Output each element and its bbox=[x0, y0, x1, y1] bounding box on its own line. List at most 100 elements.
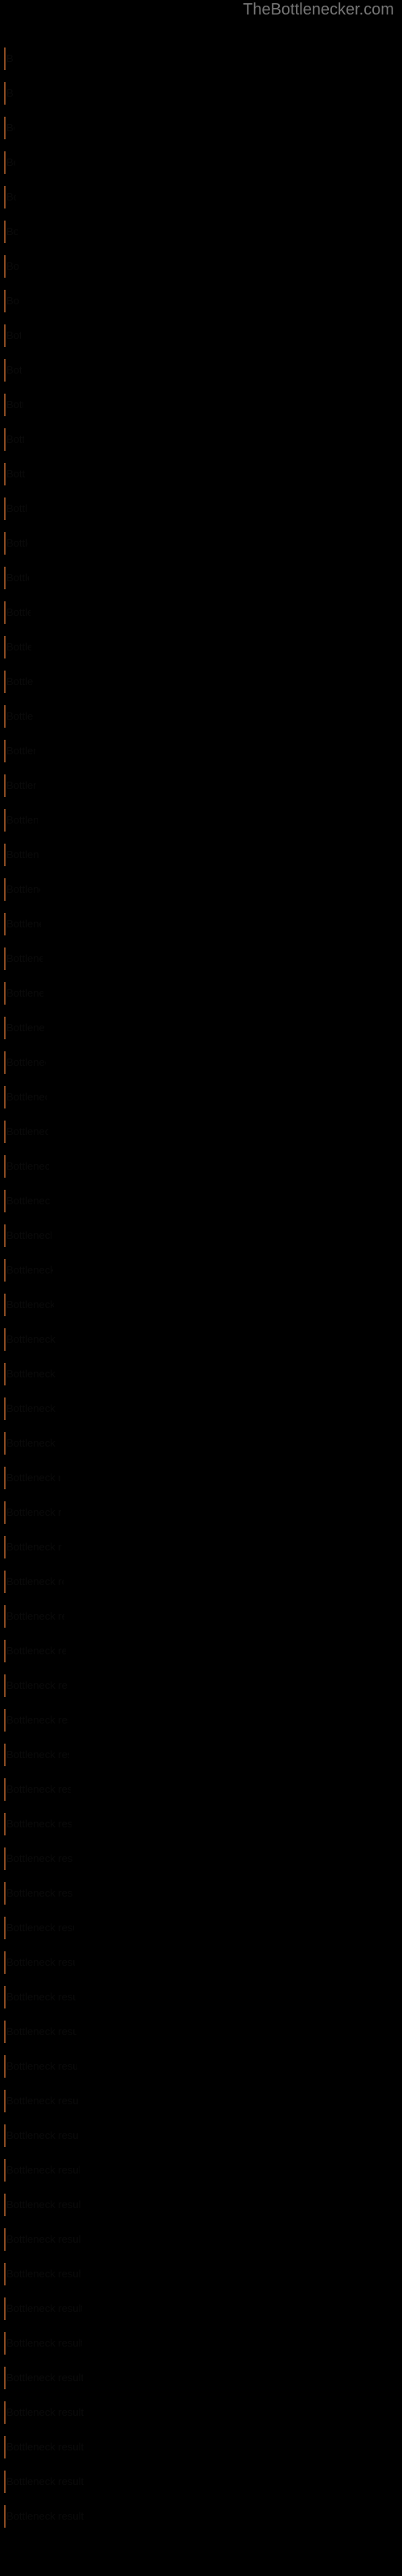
bar-label: Bottleneck result bbox=[6, 398, 23, 411]
bar-label-clip: Bottleneck result bbox=[4, 324, 21, 347]
bar-label: Bottleneck result bbox=[6, 1333, 55, 1345]
bar-label-clip: Bottleneck result bbox=[4, 2505, 86, 2528]
bar-row[interactable]: Bottleneck result bbox=[4, 290, 19, 312]
bar-label-clip: Bottleneck result bbox=[4, 1744, 69, 1766]
bar-row[interactable]: Bottleneck result bbox=[4, 2367, 83, 2389]
bar-row[interactable]: Bottleneck result bbox=[4, 428, 24, 451]
bar-row[interactable]: Bottleneck result bbox=[4, 2194, 80, 2216]
bar-row[interactable]: Bottleneck result bbox=[4, 1744, 69, 1766]
bar-row[interactable]: Bottleneck result bbox=[4, 2055, 77, 2078]
bar-label-clip: Bottleneck result bbox=[4, 359, 22, 382]
bar-row[interactable]: Bottleneck result bbox=[4, 2471, 85, 2493]
bar-row[interactable]: Bottleneck result bbox=[4, 1778, 71, 1801]
bar-row[interactable]: Bottleneck result bbox=[4, 359, 22, 382]
bar-label-clip: Bottleneck result bbox=[4, 2436, 84, 2458]
bar-row[interactable]: Bottleneck result bbox=[4, 844, 39, 866]
bar-row[interactable]: Bottleneck result bbox=[4, 705, 34, 728]
bar-row[interactable]: Bottleneck result bbox=[4, 1051, 46, 1074]
bar-label-clip: Bottleneck result bbox=[4, 221, 18, 243]
bar-row[interactable]: Bottleneck result bbox=[4, 2021, 76, 2043]
bar-row[interactable]: Bottleneck result bbox=[4, 1882, 73, 1905]
bar-row[interactable]: Bottleneck result bbox=[4, 1397, 58, 1420]
bar-row[interactable]: Bottleneck result bbox=[4, 1605, 64, 1628]
bar-row[interactable]: Bottleneck result bbox=[4, 1432, 59, 1455]
bar-row[interactable]: Bottleneck result bbox=[4, 1259, 53, 1282]
bar-row[interactable]: Bottleneck result bbox=[4, 2297, 82, 2320]
bar-label-clip: Bottleneck result bbox=[4, 1190, 51, 1212]
bar-row[interactable]: Bottleneck result bbox=[4, 1121, 48, 1143]
bar-row[interactable]: Bottleneck result bbox=[4, 47, 13, 70]
bar-row[interactable]: Bottleneck result bbox=[4, 671, 33, 693]
bar-row[interactable]: Bottleneck result bbox=[4, 1640, 66, 1662]
bar-label: Bottleneck result bbox=[6, 1298, 54, 1311]
bar-row[interactable]: Bottleneck result bbox=[4, 2263, 81, 2285]
bar-row[interactable]: Bottleneck result bbox=[4, 1917, 74, 1939]
bar-row[interactable]: Bottleneck result bbox=[4, 394, 23, 416]
bar-row[interactable]: Bottleneck result bbox=[4, 1328, 55, 1351]
bar-label: Bottleneck result bbox=[6, 1056, 46, 1068]
bar-label-clip: Bottleneck result bbox=[4, 255, 18, 278]
bar-row[interactable]: Bottleneck result bbox=[4, 1986, 76, 2008]
bar-row[interactable]: Bottleneck result bbox=[4, 1086, 47, 1108]
bar-label: Bottleneck result bbox=[6, 1160, 49, 1172]
bar-row[interactable]: Bottleneck result bbox=[4, 567, 29, 589]
bar-row[interactable]: Bottleneck result bbox=[4, 1155, 49, 1178]
bar-row[interactable]: Bottleneck result bbox=[4, 221, 18, 243]
bar-row[interactable]: Bottleneck result bbox=[4, 601, 31, 624]
bar-row[interactable]: Bottleneck result bbox=[4, 1813, 72, 1835]
bar-row[interactable]: Bottleneck result bbox=[4, 1847, 72, 1870]
bar-label-clip: Bottleneck result bbox=[4, 1917, 74, 1939]
bar-row[interactable]: Bottleneck result bbox=[4, 2228, 80, 2251]
bar-label: Bottleneck result bbox=[6, 2233, 80, 2245]
bar-row[interactable]: Bottleneck result bbox=[4, 774, 36, 797]
bar-row[interactable]: Bottleneck result bbox=[4, 1709, 68, 1732]
bar-label-clip: Bottleneck result bbox=[4, 47, 13, 70]
bar-row[interactable]: Bottleneck result bbox=[4, 255, 18, 278]
bar-row[interactable]: Bottleneck result bbox=[4, 947, 43, 970]
bar-row[interactable]: Bottleneck result bbox=[4, 1017, 44, 1039]
bar-row[interactable]: Bottleneck result bbox=[4, 2505, 86, 2528]
bar-row[interactable]: Bottleneck result bbox=[4, 186, 16, 208]
bar-row[interactable]: Bottleneck result bbox=[4, 636, 31, 658]
bar-row[interactable]: Bottleneck result bbox=[4, 1951, 75, 1974]
bar-row[interactable]: Bottleneck result bbox=[4, 324, 21, 347]
bar-label: Bottleneck result bbox=[6, 987, 43, 999]
bar-label: Bottleneck result bbox=[6, 2302, 82, 2314]
bar-row[interactable]: Bottleneck result bbox=[4, 2332, 82, 2355]
bar-row[interactable]: Bottleneck result bbox=[4, 740, 35, 762]
bar-row[interactable]: Bottleneck result bbox=[4, 82, 13, 105]
bar-row[interactable]: Bottleneck result bbox=[4, 1536, 62, 1558]
bar-row[interactable]: Bottleneck result bbox=[4, 1571, 64, 1593]
bar-label: Bottleneck result bbox=[6, 1714, 68, 1726]
bar-row[interactable]: Bottleneck result bbox=[4, 1674, 67, 1697]
bar-label-clip: Bottleneck result bbox=[4, 2228, 80, 2251]
bar-row[interactable]: Bottleneck result bbox=[4, 2124, 79, 2147]
bar-row[interactable]: Bottleneck result bbox=[4, 151, 15, 174]
bar-row[interactable]: Bottleneck result bbox=[4, 117, 14, 139]
bar-label: Bottleneck result bbox=[6, 1887, 73, 1899]
bar-row[interactable]: Bottleneck result bbox=[4, 1501, 61, 1524]
bar-row[interactable]: Bottleneck result bbox=[4, 1190, 51, 1212]
bar-row[interactable]: Bottleneck result bbox=[4, 1224, 51, 1247]
bar-row[interactable]: Bottleneck result bbox=[4, 497, 27, 520]
bar-row[interactable]: Bottleneck result bbox=[4, 809, 38, 832]
bar-label: Bottleneck result bbox=[6, 1575, 64, 1587]
bar-row[interactable]: Bottleneck result bbox=[4, 982, 43, 1005]
bar-label-clip: Bottleneck result bbox=[4, 463, 26, 485]
bar-row[interactable]: Bottleneck result bbox=[4, 1294, 54, 1316]
bar-row[interactable]: Bottleneck result bbox=[4, 532, 28, 555]
bar-row[interactable]: Bottleneck result bbox=[4, 1467, 60, 1489]
bar-label: Bottleneck result bbox=[6, 2025, 76, 2037]
bar-label: Bottleneck result bbox=[6, 260, 18, 272]
bar-label: Bottleneck result bbox=[6, 1645, 66, 1657]
bar-label: Bottleneck result bbox=[6, 1229, 51, 1241]
bar-row[interactable]: Bottleneck result bbox=[4, 2436, 84, 2458]
bar-row[interactable]: Bottleneck result bbox=[4, 913, 41, 935]
bar-row[interactable]: Bottleneck result bbox=[4, 2401, 84, 2424]
bar-row[interactable]: Bottleneck result bbox=[4, 1363, 56, 1385]
bar-row[interactable]: Bottleneck result bbox=[4, 2159, 80, 2182]
bar-row[interactable]: Bottleneck result bbox=[4, 463, 26, 485]
bar-row[interactable]: Bottleneck result bbox=[4, 2090, 78, 2112]
bar-row[interactable]: Bottleneck result bbox=[4, 878, 40, 901]
bar-label: Bottleneck result bbox=[6, 433, 24, 445]
